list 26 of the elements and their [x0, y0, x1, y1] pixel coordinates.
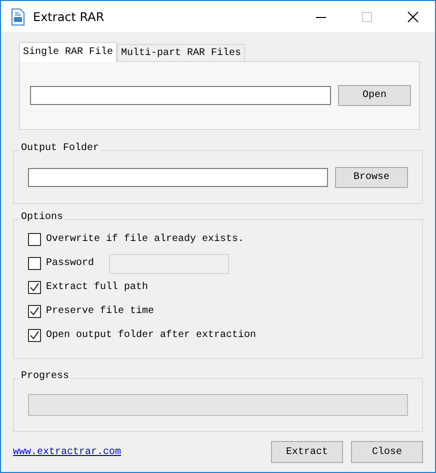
folder-path-field[interactable]: [28, 168, 328, 186]
website-link[interactable]: www.extractrar.com: [13, 446, 122, 458]
option-label: Extract full path: [46, 282, 148, 293]
document-icon: [10, 8, 26, 26]
dialog-button[interactable]: Extract: [271, 441, 343, 463]
checkbox[interactable]: [28, 233, 41, 246]
open-button[interactable]: Open: [338, 85, 411, 106]
option-label: Open output folder after extraction: [46, 330, 256, 341]
option-label: Overwrite if file already exists.: [46, 234, 244, 245]
tab[interactable]: Single RAR File: [19, 42, 118, 62]
tab[interactable]: Multi-part RAR Files: [117, 44, 246, 61]
group-title: Output Folder: [19, 143, 102, 154]
option-label: Preserve file time: [46, 306, 154, 317]
close-icon[interactable]: [407, 10, 419, 22]
checkbox[interactable]: [28, 329, 41, 342]
checkbox[interactable]: [28, 305, 41, 318]
maximize-icon: [361, 10, 373, 22]
group-title: Progress: [19, 371, 72, 382]
option-label: Password: [46, 258, 94, 269]
window-title: Extract RAR: [33, 10, 104, 24]
group-title: Options: [19, 212, 66, 223]
dialog-button[interactable]: Close: [351, 441, 423, 463]
checkbox[interactable]: [28, 281, 41, 294]
file-path-field[interactable]: [30, 86, 331, 105]
browse-button[interactable]: Browse: [335, 166, 408, 188]
checkbox[interactable]: [28, 257, 41, 270]
